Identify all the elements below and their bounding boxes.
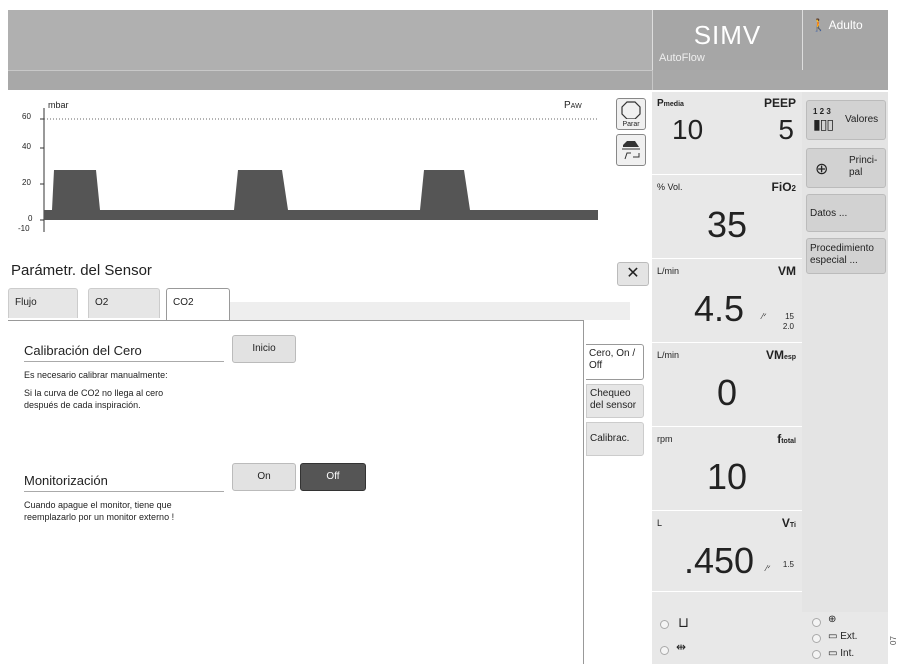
status-led (660, 646, 669, 655)
value-vti[interactable]: L VTi .450 ⁄ᐟ 1.5 (652, 512, 802, 592)
alarm-limit-icon: ⁄ᐟ (762, 312, 767, 321)
calibration-note-3: después de cada inspiración. (24, 400, 141, 410)
top-bar (8, 10, 652, 70)
alarm-bar (8, 70, 652, 90)
procedimiento-button[interactable]: Procedimiento especial ... (806, 238, 886, 274)
nebulizer-icon: ⇹ (676, 640, 687, 654)
stop-octagon-icon (621, 101, 641, 120)
calibration-note-1: Es necesario calibrar manualmente: (24, 370, 168, 380)
pmedia-value: 10 (672, 114, 704, 145)
stop-label: Parar (622, 121, 640, 128)
close-button[interactable]: ✕ (617, 262, 649, 286)
figure-number: 07 (888, 636, 898, 645)
vm-value: 4.5 (693, 288, 745, 329)
monitor-off-button[interactable]: Off (300, 463, 366, 491)
stop-button[interactable]: Parar (616, 98, 646, 130)
start-calibration-button[interactable]: Inicio (232, 335, 296, 363)
mode-subtitle: AutoFlow (659, 52, 705, 64)
status-led (812, 650, 821, 659)
tick-40: 40 (22, 142, 31, 151)
tab-flujo[interactable]: Flujo (8, 288, 78, 318)
status-led (660, 620, 669, 629)
side-tab-calibrac[interactable]: Calibrac. (586, 422, 644, 456)
value-fio2[interactable]: % Vol. FiO2 35 (652, 176, 802, 259)
measured-values: Pmedia PEEP 10 5 % Vol. FiO2 35 L/min VM… (652, 92, 802, 612)
right-menu: 1 2 3 ▮▯▯ Valores ⊕ Princi- pal Datos ...… (802, 92, 888, 612)
values-icon: 1 2 3 ▮▯▯ (813, 107, 834, 132)
value-vmesp[interactable]: L/min VMesp 0 (652, 344, 802, 427)
tab-co2[interactable]: CO2 (166, 288, 230, 320)
calibration-title: Calibración del Cero (24, 343, 224, 362)
value-ftotal[interactable]: rpm ftotal 10 (652, 428, 802, 511)
tick-0: 0 (28, 214, 33, 223)
fio2-value: 35 (706, 204, 748, 245)
status-led (812, 618, 821, 627)
ftotal-value: 10 (706, 456, 748, 497)
right-subbar (652, 70, 888, 90)
home-icon: ⊕ (815, 161, 829, 178)
waveform-label: PAW (564, 100, 582, 111)
tab-content: Calibración del Cero Inicio Es necesario… (8, 320, 584, 664)
valores-button[interactable]: 1 2 3 ▮▯▯ Valores (806, 100, 886, 140)
waveform-chart (40, 108, 598, 232)
pressure-waveform: 60 40 20 0 -10 mbar PAW (8, 92, 652, 252)
vti-limit: 1.5 (782, 560, 794, 569)
side-tab-chequeo[interactable]: Chequeo del sensor (586, 384, 644, 418)
vm-limit-low: 2.0 (782, 322, 794, 331)
vm-limit-high: 15 (785, 312, 794, 321)
monitoring-title: Monitorización (24, 473, 224, 492)
sensor-params-panel: Parámetr. del Sensor ✕ Flujo O2 CO2 Cali… (8, 258, 652, 664)
tick-60: 60 (22, 112, 31, 121)
waveform-unit: mbar (48, 100, 69, 110)
principal-button[interactable]: ⊕ Princi- pal (806, 148, 886, 188)
tick-neg10: -10 (18, 224, 30, 233)
person-icon: 🚶 (811, 18, 826, 32)
alarm-limit-icon: ⁄ᐟ (766, 564, 771, 573)
patient-type[interactable]: 🚶 Adulto (802, 10, 888, 70)
calibration-note-2: Si la curva de CO2 no llega al cero (24, 388, 164, 398)
patient-label: Adulto (828, 18, 863, 32)
mode-name: SIMV (693, 20, 762, 50)
monitor-on-button[interactable]: On (232, 463, 296, 491)
power-plug-icon: ⊕ (828, 614, 837, 625)
waveform-controls: Parar (612, 92, 652, 252)
tab-o2[interactable]: O2 (88, 288, 160, 318)
monitoring-note-2: reemplazarlo por un monitor externo ! (24, 512, 175, 522)
external-battery: ▭ Ext. (828, 631, 858, 642)
datos-button[interactable]: Datos ... (806, 194, 886, 232)
status-led (812, 634, 821, 643)
monitoring-note-1: Cuando apague el monitor, tiene que (24, 500, 172, 510)
humidifier-icon: ⊔ (678, 614, 689, 630)
value-pmedia-peep[interactable]: Pmedia PEEP 10 5 (652, 92, 802, 175)
freeze-curve-button[interactable] (616, 134, 646, 166)
curve-icon (622, 141, 640, 160)
side-tab-cero[interactable]: Cero, On / Off (586, 344, 644, 380)
ventilation-mode[interactable]: SIMV AutoFlow (652, 10, 802, 70)
tab-strip (230, 302, 630, 320)
vti-value: .450 (683, 540, 755, 581)
panel-title: Parámetr. del Sensor (11, 262, 152, 279)
tick-20: 20 (22, 178, 31, 187)
peep-value: 5 (778, 114, 794, 145)
vmesp-value: 0 (716, 372, 738, 413)
value-vm[interactable]: L/min VM 4.5 ⁄ᐟ 15 2.0 (652, 260, 802, 343)
internal-battery: ▭ Int. (828, 648, 855, 659)
status-area: ⊔ ⇹ ⊕ ▭ Ext. ▭ Int. (652, 612, 888, 664)
